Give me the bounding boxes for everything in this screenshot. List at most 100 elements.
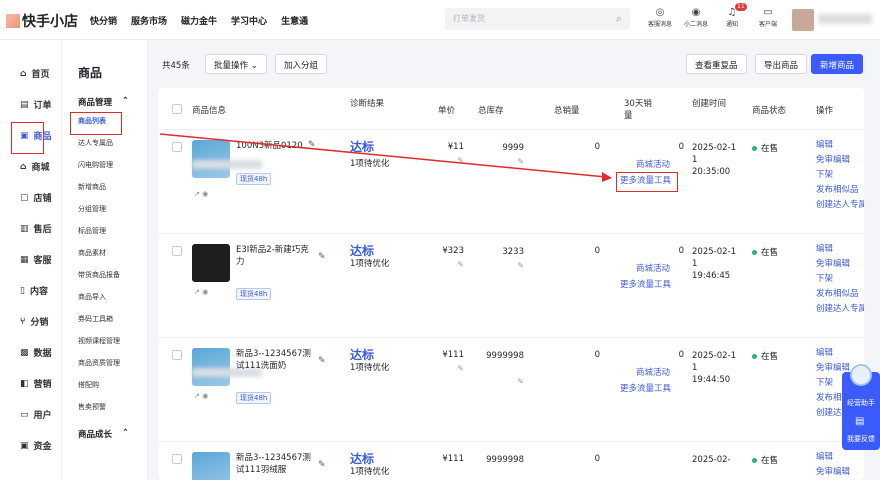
- sidebar-item-aftersale[interactable]: ▥ 售后: [0, 213, 61, 244]
- subnav-item[interactable]: 搭配购: [62, 374, 147, 396]
- mall-activity-link[interactable]: 商城活动: [636, 158, 670, 170]
- subnav-group[interactable]: 商品成长 ⌃: [62, 428, 147, 442]
- mall-activity-link[interactable]: 商城活动: [636, 262, 670, 274]
- row-checkbox[interactable]: [172, 454, 182, 464]
- edit-price-icon[interactable]: ✎: [428, 156, 464, 165]
- edit-icon[interactable]: ✎: [308, 140, 316, 150]
- avatar[interactable]: [792, 9, 814, 31]
- product-name[interactable]: 新品3--1234567测试111洗面奶: [236, 348, 314, 372]
- tool-client[interactable]: ▭ 客户端: [753, 6, 783, 28]
- edit-stock-icon[interactable]: ✎: [478, 260, 524, 272]
- free-review-edit-link[interactable]: 免审编辑: [816, 257, 864, 272]
- edit-stock-icon[interactable]: ✎: [478, 156, 524, 168]
- diag-result[interactable]: 达标: [350, 450, 374, 467]
- product-thumbnail[interactable]: [192, 140, 230, 178]
- subnav-group[interactable]: 商品管理 ⌃: [62, 96, 147, 110]
- tool-customer-msg[interactable]: ◎ 客服消息: [645, 6, 675, 28]
- edit-price-icon[interactable]: ✎: [428, 364, 464, 373]
- stock: 3233: [502, 247, 524, 257]
- subnav-item[interactable]: 券码工具箱: [62, 308, 147, 330]
- free-review-edit-link[interactable]: 免审编辑: [816, 465, 850, 480]
- edit-icon[interactable]: ✎: [318, 356, 326, 366]
- edit-icon[interactable]: ✎: [318, 460, 326, 470]
- edit-link[interactable]: 编辑: [816, 450, 850, 465]
- sidebar-item-order[interactable]: ▤ 订单: [0, 89, 61, 120]
- row-checkbox[interactable]: [172, 246, 182, 256]
- publish-similar-link[interactable]: 发布相似品: [816, 183, 864, 198]
- sidebar-item-data[interactable]: ▩ 数据: [0, 337, 61, 368]
- share-icon[interactable]: ↗ ◉: [194, 190, 208, 198]
- edit-icon[interactable]: ✎: [318, 252, 326, 262]
- edit-stock-icon[interactable]: ✎: [478, 376, 524, 388]
- mall-activity-link[interactable]: 商城活动: [636, 366, 670, 378]
- subnav-item[interactable]: 分组管理: [62, 198, 147, 220]
- product-thumbnail[interactable]: [192, 348, 230, 386]
- edit-price-icon[interactable]: ✎: [428, 260, 464, 269]
- subnav-item[interactable]: 新增商品: [62, 176, 147, 198]
- nav-item[interactable]: 服务市场: [131, 14, 167, 27]
- select-all-checkbox[interactable]: [172, 104, 182, 114]
- nav-item[interactable]: 快分销: [90, 14, 117, 27]
- subnav-item[interactable]: 视频课程管理: [62, 330, 147, 352]
- subnav-item[interactable]: 达人专属品: [62, 132, 147, 154]
- edit-link[interactable]: 编辑: [816, 346, 864, 361]
- diag-result[interactable]: 达标: [350, 346, 374, 363]
- subnav-item[interactable]: 闪电购管理: [62, 154, 147, 176]
- total-count: 共45条: [162, 61, 190, 71]
- subnav-item[interactable]: 商品导入: [62, 286, 147, 308]
- sidebar-item-mall[interactable]: ⌂ 商城: [0, 151, 61, 182]
- check-duplicate-button[interactable]: 查看重复品: [686, 54, 747, 74]
- nav-item[interactable]: 生意通: [281, 14, 308, 27]
- export-button[interactable]: 导出商品: [755, 54, 808, 74]
- edit-link[interactable]: 编辑: [816, 138, 864, 153]
- delist-link[interactable]: 下架: [816, 168, 864, 183]
- nav-item[interactable]: 学习中心: [231, 14, 267, 27]
- row-checkbox[interactable]: [172, 350, 182, 360]
- subnav-item[interactable]: 标品管理: [62, 220, 147, 242]
- sidebar-item-content[interactable]: ▯ 内容: [0, 275, 61, 306]
- create-exclusive-link[interactable]: 创建达人专属: [816, 198, 864, 213]
- search-input[interactable]: 打单发货 ⌕: [445, 8, 630, 30]
- batch-button[interactable]: 批量操作 ⌄: [205, 54, 267, 74]
- share-icon[interactable]: ↗ ◉: [194, 392, 208, 400]
- product-thumbnail[interactable]: [192, 452, 230, 480]
- diag-result[interactable]: 达标: [350, 138, 374, 155]
- sidebar-item-marketing[interactable]: ◧ 营销: [0, 368, 61, 399]
- sidebar-item-user[interactable]: ▭ 用户: [0, 399, 61, 430]
- subnav-item[interactable]: 带货商品报备: [62, 264, 147, 286]
- share-icon[interactable]: ↗ ◉: [194, 288, 208, 296]
- more-traffic-tools-link[interactable]: 更多流量工具: [620, 278, 671, 290]
- diag-result[interactable]: 达标: [350, 242, 374, 259]
- data-icon: ▩: [20, 347, 29, 358]
- shop-icon: ▢: [20, 192, 29, 203]
- edit-link[interactable]: 编辑: [816, 242, 864, 257]
- product-name[interactable]: 100N3新品0120: [236, 140, 314, 152]
- delist-link[interactable]: 下架: [816, 272, 864, 287]
- sidebar-item-shop[interactable]: ▢ 店铺: [0, 182, 61, 213]
- subnav-item[interactable]: 商品资质管理: [62, 352, 147, 374]
- nav-item[interactable]: 磁力金牛: [181, 14, 217, 27]
- product-name[interactable]: E3I新品2-新建巧克力: [236, 244, 314, 268]
- product-thumbnail[interactable]: [192, 244, 230, 282]
- home-icon: ⌂: [20, 68, 27, 79]
- status-badge: 在售: [752, 246, 778, 258]
- row-checkbox[interactable]: [172, 142, 182, 152]
- add-group-button[interactable]: 加入分组: [275, 54, 328, 74]
- product-name[interactable]: 新品3--1234567测试111羽绒服: [236, 452, 314, 476]
- publish-similar-link[interactable]: 发布相似品: [816, 287, 864, 302]
- sidebar-item-distribution[interactable]: ⑂ 分销: [0, 306, 61, 337]
- more-traffic-tools-link[interactable]: 更多流量工具: [620, 382, 671, 394]
- subnav-item[interactable]: 商品素材: [62, 242, 147, 264]
- sidebar-item-fund[interactable]: ▣ 资金: [0, 430, 61, 461]
- tool-staff-msg[interactable]: ◉ 小二消息: [681, 6, 711, 28]
- search-icon[interactable]: ⌕: [616, 12, 622, 26]
- sidebar-item-service[interactable]: ▦ 客服: [0, 244, 61, 275]
- tool-notice[interactable]: ♫ 11 通知: [717, 3, 747, 28]
- subnav-item[interactable]: 售卖预警: [62, 396, 147, 418]
- logo[interactable]: 快手小店: [6, 11, 78, 31]
- free-review-edit-link[interactable]: 免审编辑: [816, 153, 864, 168]
- assistant-widget[interactable]: 经营助手 ▤ 我要反馈: [842, 364, 880, 450]
- add-product-button[interactable]: 新增商品: [811, 54, 864, 74]
- sidebar-item-home[interactable]: ⌂ 首页: [0, 58, 61, 89]
- create-exclusive-link[interactable]: 创建达人专属: [816, 302, 864, 317]
